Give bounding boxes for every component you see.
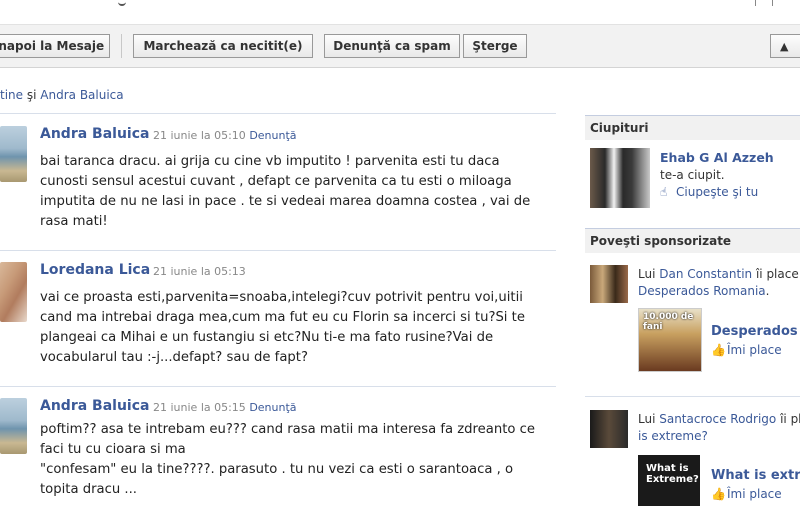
header-divider bbox=[772, 0, 773, 6]
thumbs-up-icon: 👍 bbox=[711, 487, 726, 501]
ad-person-link[interactable]: Dan Constantin bbox=[659, 267, 752, 281]
message-date: 21 iunie la 05:13 bbox=[153, 265, 246, 278]
ad-image-caption: 10.000 de fani bbox=[643, 312, 694, 332]
message-author[interactable]: Andra Baluica bbox=[40, 126, 149, 142]
message-toolbar: Înapoi la Mesaje Marchează ca necitit(e)… bbox=[0, 25, 800, 68]
message-divider bbox=[0, 386, 556, 387]
message-item: Loredana Lica 21 iunie la 05:13 vai ce p… bbox=[0, 262, 556, 372]
back-to-messages-button[interactable]: Înapoi la Mesaje bbox=[0, 34, 110, 58]
ad-title[interactable]: Desperados R bbox=[711, 324, 800, 339]
thread-divider bbox=[0, 113, 556, 114]
thumbs-up-icon: 👍 bbox=[711, 343, 726, 357]
ad-prefix: Lui bbox=[638, 412, 660, 426]
ad-tail: . bbox=[765, 284, 770, 298]
message-author[interactable]: Loredana Lica bbox=[40, 262, 150, 278]
ad-like-button[interactable]: 👍Îmi place bbox=[711, 487, 782, 501]
message-meta: 21 iunie la 05:10 Denunţă bbox=[153, 129, 297, 142]
participant-link[interactable]: tine bbox=[0, 88, 23, 102]
poke-avatar[interactable] bbox=[590, 148, 650, 208]
participant-link[interactable]: Andra Baluica bbox=[40, 88, 123, 102]
ad-page-link[interactable]: is extreme? bbox=[638, 429, 708, 443]
arrow-up-icon: ▲ bbox=[780, 40, 789, 53]
message-author[interactable]: Andra Baluica bbox=[40, 398, 149, 414]
ad-like-label: Îmi place bbox=[727, 487, 782, 501]
poke-icon: ☝ bbox=[660, 185, 668, 199]
ad-title[interactable]: What is extr bbox=[711, 468, 800, 483]
participant-separator: şi bbox=[26, 88, 37, 102]
ad-image[interactable]: What is Extreme? bbox=[638, 455, 700, 506]
message-text: vai ce proasta esti,parvenita=snoaba,int… bbox=[40, 290, 525, 365]
header-fragment bbox=[118, 0, 126, 6]
message-text: bai taranca dracu. ai grija cu cine vb i… bbox=[40, 154, 531, 229]
poke-name[interactable]: Ehab G Al Azzeh bbox=[660, 150, 774, 165]
top-strip bbox=[0, 0, 800, 25]
conversation-participants: tine şi Andra Baluica bbox=[0, 88, 124, 102]
poke-back-link[interactable]: ☝ Ciupeşte şi tu bbox=[660, 185, 758, 199]
message-date: 21 iunie la 05:15 bbox=[153, 401, 246, 414]
ad-image[interactable]: 10.000 de fani bbox=[638, 308, 702, 372]
avatar[interactable] bbox=[0, 398, 27, 454]
ad-social-line: Lui Santacroce Rodrigo îi pla bbox=[638, 411, 800, 427]
ad-friend-avatar[interactable] bbox=[590, 265, 628, 303]
ad-like-button[interactable]: 👍Îmi place bbox=[711, 343, 782, 357]
pokes-header: Ciupituri bbox=[585, 115, 800, 140]
poke-text: te-a ciupit. bbox=[660, 168, 725, 182]
poke-back-label: Ciupeşte şi tu bbox=[676, 185, 759, 199]
message-divider bbox=[0, 250, 556, 251]
avatar[interactable] bbox=[0, 126, 27, 182]
header-divider bbox=[755, 0, 756, 6]
message-item: Andra Baluica 21 iunie la 05:10 Denunţă … bbox=[0, 126, 556, 246]
toolbar-separator bbox=[121, 34, 122, 58]
ad-friend-avatar[interactable] bbox=[590, 410, 628, 448]
ad-like-label: Îmi place bbox=[727, 343, 782, 357]
ad-page-link[interactable]: Desperados Romania bbox=[638, 284, 766, 298]
ad-divider bbox=[585, 396, 800, 397]
report-link[interactable]: Denunţă bbox=[249, 401, 296, 414]
message-item: Andra Baluica 21 iunie la 05:15 Denunţă … bbox=[0, 398, 556, 506]
ad-page-line: Desperados Romania. bbox=[638, 283, 770, 299]
message-text: poftim?? asa te intrebam eu??? cand rasa… bbox=[40, 422, 536, 497]
ad-likes-text: îi pla bbox=[780, 412, 800, 426]
ad-person-link[interactable]: Santacroce Rodrigo bbox=[659, 412, 776, 426]
ad-likes-text: îi place bbox=[752, 267, 799, 281]
message-date: 21 iunie la 05:10 bbox=[153, 129, 246, 142]
delete-button[interactable]: Şterge bbox=[463, 34, 527, 58]
ad-social-line: Lui Dan Constantin îi place bbox=[638, 266, 799, 282]
message-meta: 21 iunie la 05:15 Denunţă bbox=[153, 401, 297, 414]
ad-image-caption: What is Extreme? bbox=[646, 463, 699, 485]
ad-page-line: is extreme? bbox=[638, 428, 708, 444]
sponsored-header: Poveşti sponsorizate bbox=[585, 228, 800, 253]
avatar[interactable] bbox=[0, 262, 27, 322]
message-meta: 21 iunie la 05:13 bbox=[153, 265, 246, 278]
report-link[interactable]: Denunţă bbox=[249, 129, 296, 142]
more-actions-button[interactable]: ▲ bbox=[770, 34, 800, 58]
ad-prefix: Lui bbox=[638, 267, 660, 281]
mark-unread-button[interactable]: Marchează ca necitit(e) bbox=[133, 34, 313, 58]
report-spam-button[interactable]: Denunţă ca spam bbox=[324, 34, 460, 58]
